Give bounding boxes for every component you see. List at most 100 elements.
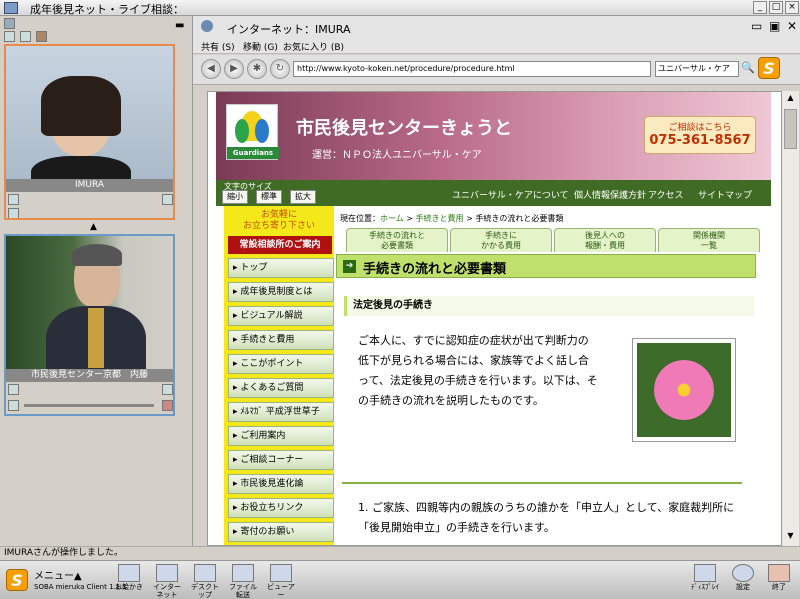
sidebar-item-links[interactable]: ▸ お役立ちリンク [228, 498, 334, 518]
back-icon[interactable]: ◀ [201, 59, 221, 79]
app-internet[interactable]: インターネット [150, 564, 184, 599]
microphone-icon[interactable] [8, 208, 19, 218]
reload-icon[interactable]: ↻ [270, 59, 290, 79]
app-file-transfer[interactable]: ファイル転送 [226, 564, 260, 599]
soba-logo[interactable]: S [6, 569, 28, 591]
window-titlebar: 成年後見ネット・ライブ相談： _ □ × [0, 0, 800, 16]
collapse-icon[interactable]: ▬ [175, 20, 184, 31]
exit-icon [768, 564, 790, 582]
font-size-normal-button[interactable]: 標準 [256, 190, 282, 204]
font-size-small-button[interactable]: 縮小 [222, 190, 248, 204]
video-label: 市民後見センター京都 内藤 [6, 369, 173, 382]
speaker-icon[interactable] [8, 400, 19, 411]
site-title: 市民後見センターきょうと [296, 118, 512, 139]
search-icon[interactable]: 🔍 [741, 61, 755, 74]
sidebar-item-newsletter[interactable]: ▸ ﾒﾙﾏｶﾞ 平成浮世草子 [228, 402, 334, 422]
sidebar-item-points[interactable]: ▸ ここがポイント [228, 354, 334, 374]
video-label: IMURA [6, 179, 173, 192]
tab-guardian-fees[interactable]: 後見人への 報酬・費用 [554, 228, 656, 252]
maximize-icon[interactable]: ▣ [769, 19, 780, 33]
window-title: 成年後見ネット・ライブ相談： [30, 3, 184, 16]
video-feed-imura: IMURA [4, 44, 175, 220]
scroll-thumb[interactable] [784, 109, 797, 149]
app-drawing[interactable]: お絵かき [112, 564, 146, 596]
scroll-down-icon[interactable]: ▼ [784, 531, 797, 543]
drawing-icon [118, 564, 140, 582]
menu-button[interactable]: メニュー▲ [34, 567, 82, 582]
settings-button[interactable]: 設定 [726, 564, 760, 596]
layout-icon[interactable] [4, 31, 15, 42]
sidebar-item-procedure[interactable]: ▸ 手続きと費用 [228, 330, 334, 350]
video-icon[interactable] [8, 384, 19, 395]
close-icon[interactable]: ✕ [787, 19, 797, 33]
close-icon[interactable]: × [785, 1, 799, 14]
status-bar: IMURAさんが操作しました。 [0, 546, 800, 560]
search-input[interactable]: ユニバーサル・ケア [655, 61, 739, 77]
tab-costs[interactable]: 手続きに かかる費用 [450, 228, 552, 252]
volume-slider[interactable] [24, 404, 154, 407]
video-icon[interactable] [20, 31, 31, 42]
url-input[interactable]: http://www.kyoto-koken.net/procedure/pro… [293, 61, 651, 77]
nav-about[interactable]: ユニバーサル・ケアについて [452, 188, 569, 201]
file-transfer-icon [232, 564, 254, 582]
site-nav-bar: 文字のサイズ 縮小 標準 拡大 ユニバーサル・ケアについて 個人情報保護方針 ア… [216, 180, 771, 206]
expand-icon[interactable] [162, 194, 173, 205]
menu-move[interactable]: 移動 (G) [243, 40, 278, 53]
forward-icon[interactable]: ▶ [224, 59, 244, 79]
help-icon[interactable] [162, 400, 173, 411]
site-sidebar: お気軽に お立ち寄り下さい 常設相談所のご案内 ▸ トップ ▸ 成年後見制度とは… [224, 206, 334, 545]
video-feed-naito: 市民後見センター京都 内藤 [4, 234, 175, 416]
tab-procedure-flow[interactable]: 手続きの流れと 必要書類 [346, 228, 448, 252]
desktop-icon [194, 564, 216, 582]
app-icon [4, 2, 18, 14]
sidebar-item-faq[interactable]: ▸ よくあるご質問 [228, 378, 334, 398]
consult-phone-box[interactable]: ご相談はこちら 075-361-8567 [644, 116, 756, 154]
tab-related-agencies[interactable]: 関係機関 一覧 [658, 228, 760, 252]
sidebar-item-evolution[interactable]: ▸ 市民後見進化論 [228, 474, 334, 494]
splitter-arrow-icon[interactable]: ▲ [90, 222, 97, 232]
consult-label: ご相談はこちら [668, 123, 732, 133]
browser-navbar: ◀ ▶ ✱ ↻ http://www.kyoto-koken.net/proce… [193, 55, 800, 85]
font-size-large-button[interactable]: 拡大 [290, 190, 316, 204]
sidebar-item-usage[interactable]: ▸ ご利用案内 [228, 426, 334, 446]
display-button[interactable]: ﾃﾞｨｽﾌﾟﾚｲ [688, 564, 722, 596]
display-icon [694, 564, 716, 582]
nav-sitemap[interactable]: サイトマップ [698, 188, 752, 201]
flower-image [632, 338, 736, 442]
gear-icon[interactable] [4, 18, 15, 29]
maximize-icon[interactable]: □ [769, 1, 783, 14]
sidebar-item-top[interactable]: ▸ トップ [228, 258, 334, 278]
menu-favorites[interactable]: お気に入り (B) [283, 40, 344, 53]
logo-text: Guardians [227, 147, 279, 159]
main-content: 現在位置：ホーム > 手続きと費用 > 手続きの流れと必要書類 手続きの流れと … [336, 206, 771, 545]
vertical-scrollbar[interactable]: ▲ ▼ [782, 91, 799, 546]
minimize-icon[interactable]: _ [753, 1, 767, 14]
breadcrumb-procedure[interactable]: 手続きと費用 [416, 214, 464, 223]
browser-title: インターネット：IMURA [227, 23, 351, 36]
expand-icon[interactable] [162, 384, 173, 395]
menu-share[interactable]: 共有 (S) [201, 40, 235, 53]
page-title: ➔ 手続きの流れと必要書類 [336, 254, 756, 278]
globe-icon [201, 20, 213, 32]
sidebar-item-about-guardianship[interactable]: ▸ 成年後見制度とは [228, 282, 334, 302]
consult-office-button[interactable]: 常設相談所のご案内 [228, 236, 332, 254]
app-desktop[interactable]: デスクトップ [188, 564, 222, 599]
camera-icon[interactable] [36, 31, 47, 42]
stop-icon[interactable]: ✱ [247, 59, 267, 79]
sidebar-item-visual[interactable]: ▸ ビジュアル解説 [228, 306, 334, 326]
site-subtitle: 運営：ＮＰＯ法人ユニバーサル・ケア [312, 150, 482, 161]
sidebar-item-consultation[interactable]: ▸ ご相談コーナー [228, 450, 334, 470]
sidebar-item-donation[interactable]: ▸ 寄付のお願い [228, 522, 334, 542]
step-1-text: 1. ご家族、四親等内の親族のうちの誰かを「申立人」として、家庭裁判所に「後見開… [358, 501, 735, 534]
nav-access[interactable]: アクセス [648, 188, 684, 201]
scroll-up-icon[interactable]: ▲ [784, 93, 797, 105]
exit-button[interactable]: 終了 [762, 564, 796, 596]
site-logo[interactable]: Guardians [226, 104, 279, 160]
minimize-icon[interactable]: ▭ [751, 19, 762, 33]
breadcrumb: 現在位置：ホーム > 手続きと費用 > 手続きの流れと必要書類 [340, 214, 564, 223]
browser-header: インターネット：IMURA ▭ ▣ ✕ [193, 16, 800, 38]
speaker-icon[interactable] [8, 194, 19, 205]
app-viewer[interactable]: ビューアー [264, 564, 298, 599]
nav-privacy[interactable]: 個人情報保護方針 [574, 188, 646, 201]
breadcrumb-home[interactable]: ホーム [380, 214, 404, 223]
